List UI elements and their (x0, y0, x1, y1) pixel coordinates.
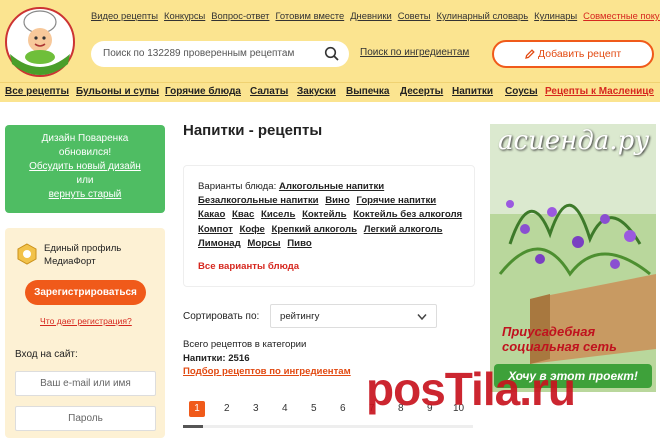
registration-benefits-link[interactable]: Что дает регистрация? (40, 316, 132, 326)
category-nav: Все рецепты Бульоны и супы Горячие блюда… (0, 82, 660, 102)
register-button[interactable]: Зарегистрироваться (25, 280, 146, 305)
variant-link[interactable]: Вино (325, 195, 349, 206)
variants-list: Варианты блюда: Алкогольные напитки Беза… (198, 180, 468, 251)
page-link[interactable]: 3 (253, 403, 259, 414)
variant-link[interactable]: Крепкий алкоголь (271, 224, 357, 235)
profile-title: Единый профиль МедиаФорт (44, 242, 121, 268)
category-all[interactable]: Все рецепты (5, 86, 69, 97)
variant-link[interactable]: Легкий алкоголь (364, 224, 443, 235)
site-header: Видео рецепты Конкурсы Вопрос-ответ Готовим… (0, 0, 660, 82)
profile-line: Единый профиль (44, 243, 122, 254)
variant-link[interactable]: Коктейль без алкоголя (353, 209, 462, 220)
chevron-down-icon (417, 314, 427, 321)
variant-link[interactable]: Горячие напитки (356, 195, 436, 206)
ad-subtitle-line: социальная сеть (502, 339, 617, 354)
notice-line: обновился! (58, 147, 112, 158)
category-sauces[interactable]: Соусы (505, 86, 538, 97)
mediafort-icon (17, 243, 37, 265)
search-icon[interactable] (324, 46, 340, 62)
discuss-design-link[interactable]: Обсудить новый дизайн (5, 160, 165, 174)
page-current[interactable]: 1 (189, 401, 205, 417)
pager-scroll-track[interactable] (183, 425, 473, 428)
profile-panel: Единый профиль МедиаФорт Зарегистрироват… (5, 228, 165, 438)
return-old-design-link[interactable]: вернуть старый (5, 188, 165, 202)
variant-link[interactable]: Квас (232, 209, 254, 220)
sort-select[interactable]: рейтингу (270, 304, 437, 328)
top-link[interactable]: Готовим вместе (275, 10, 344, 21)
variant-link[interactable]: Кисель (261, 209, 295, 220)
page-link[interactable]: 6 (340, 403, 346, 414)
category-hot[interactable]: Горячие блюда (165, 86, 241, 97)
category-salads[interactable]: Салаты (250, 86, 288, 97)
top-link[interactable]: Кулинары (534, 10, 577, 21)
profile-line: МедиаФорт (44, 256, 96, 267)
total-recipes: Всего рецептов в категории Напитки: 2516 (183, 338, 306, 365)
page-title: Напитки - рецепты (183, 122, 323, 139)
variant-link[interactable]: Компот (198, 224, 233, 235)
category-desserts[interactable]: Десерты (400, 86, 443, 97)
ad-subtitle: Приусадебная социальная сеть (502, 324, 617, 354)
top-link[interactable]: Советы (398, 10, 431, 21)
total-value: Напитки: 2516 (183, 352, 250, 364)
top-link[interactable]: Вопрос-ответ (211, 10, 269, 21)
variants-box: Варианты блюда: Алкогольные напитки Беза… (183, 165, 475, 287)
page-link[interactable]: 5 (311, 403, 317, 414)
category-baking[interactable]: Выпечка (346, 86, 390, 97)
category-maslenitsa[interactable]: Рецепты к Масленице (545, 86, 654, 97)
login-label: Вход на сайт: (15, 349, 78, 360)
pencil-icon (525, 49, 535, 59)
search-input[interactable]: Поиск по 132289 проверенным рецептам (103, 48, 294, 59)
login-field[interactable]: Ваш e-mail или имя (15, 371, 156, 396)
variant-link[interactable]: Морсы (247, 238, 280, 249)
category-drinks[interactable]: Напитки (452, 86, 493, 97)
page-link[interactable]: 2 (224, 403, 230, 414)
ad-title: асиенда.ру (498, 126, 650, 156)
category-broths[interactable]: Бульоны и супы (76, 86, 159, 97)
variants-label: Варианты блюда: (198, 181, 277, 192)
page-link[interactable]: 4 (282, 403, 288, 414)
variant-link[interactable]: Пиво (287, 238, 311, 249)
add-recipe-label: Добавить рецепт (538, 48, 622, 60)
top-link[interactable]: Видео рецепты (91, 10, 158, 21)
all-variants-link[interactable]: Все варианты блюда (198, 261, 299, 272)
sort-label: Сортировать по: (183, 311, 260, 322)
total-label: Всего рецептов в категории (183, 339, 307, 350)
ad-banner[interactable]: асиенда.ру Приусадебная социальная сеть … (490, 124, 656, 392)
variant-link[interactable]: Какао (198, 209, 225, 220)
password-field[interactable]: Пароль (15, 406, 156, 431)
top-link[interactable]: Дневники (350, 10, 391, 21)
variant-link[interactable]: Кофе (239, 224, 264, 235)
notice-line: Дизайн Поваренка (41, 133, 129, 144)
search-box[interactable]: Поиск по 132289 проверенным рецептам (91, 41, 349, 67)
variant-link[interactable]: Алкогольные напитки (279, 181, 384, 192)
pager-scroll-thumb[interactable] (183, 425, 203, 428)
watermark: posTila.ru (366, 363, 576, 415)
sort-value: рейтингу (280, 311, 320, 322)
povarenok-logo[interactable] (2, 2, 78, 80)
ad-subtitle-line: Приусадебная (502, 324, 596, 339)
variant-link[interactable]: Лимонад (198, 238, 241, 249)
variant-link[interactable]: Коктейль (302, 209, 346, 220)
top-links: Видео рецепты Конкурсы Вопрос-ответ Готовим… (91, 10, 660, 21)
top-link[interactable]: Кулинарный словарь (436, 10, 528, 21)
design-notice: Дизайн Поваренка обновился! Обсудить нов… (5, 125, 165, 213)
add-recipe-button[interactable]: Добавить рецепт (492, 40, 654, 68)
category-snacks[interactable]: Закуски (297, 86, 336, 97)
ingredient-pick-link[interactable]: Подбор рецептов по ингредиентам (183, 366, 351, 377)
top-link-joint-purchases[interactable]: Совместные покупки (583, 10, 660, 21)
top-link[interactable]: Конкурсы (164, 10, 205, 21)
variant-link[interactable]: Безалкогольные напитки (198, 195, 319, 206)
ingredient-search-link[interactable]: Поиск по ингредиентам (360, 47, 469, 58)
notice-or: или (76, 175, 94, 186)
